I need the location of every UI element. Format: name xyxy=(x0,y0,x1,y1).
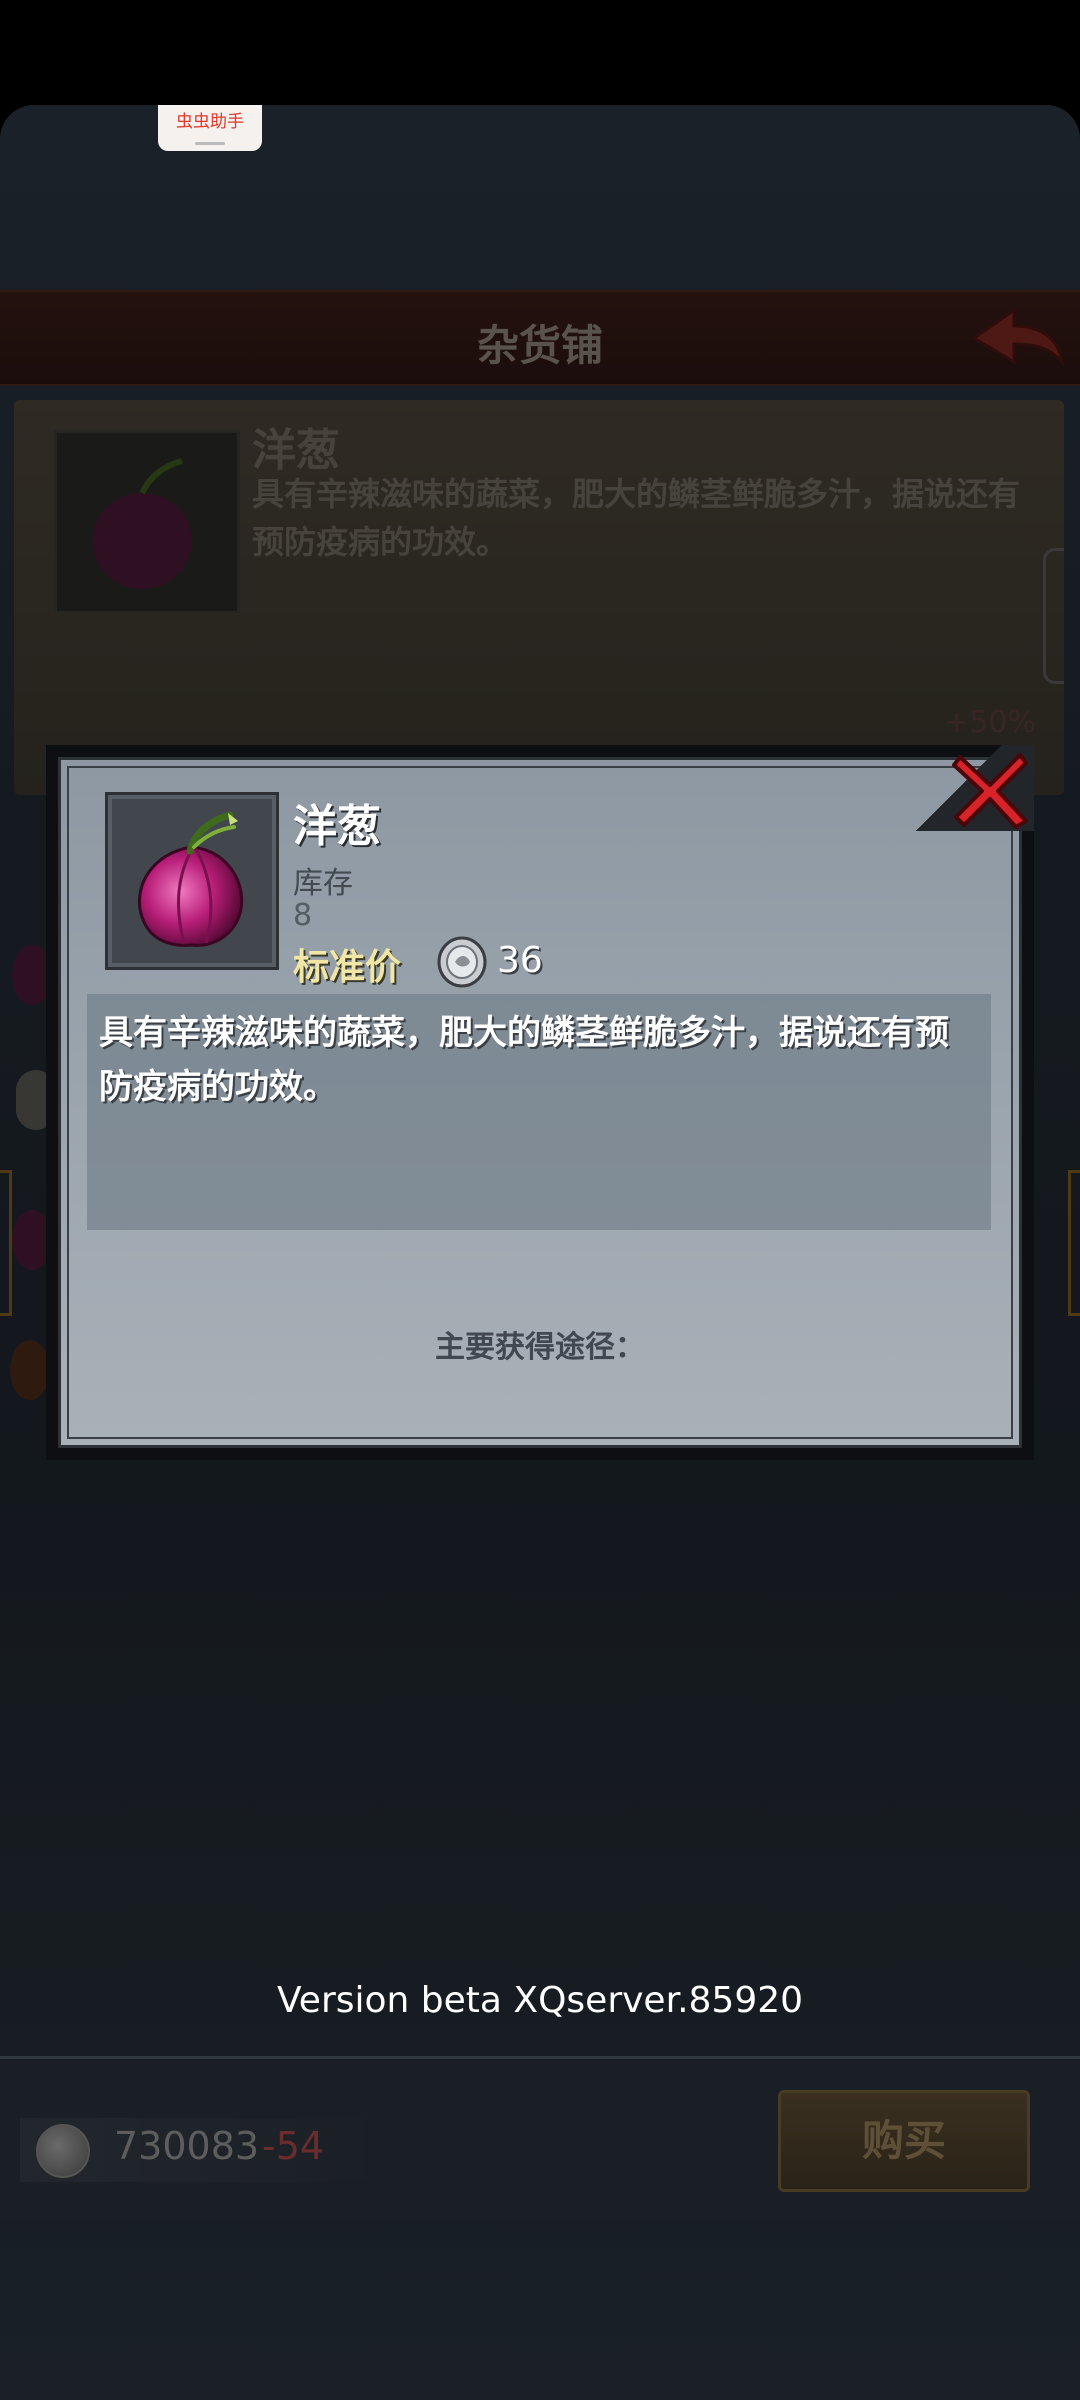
price-value: 36 xyxy=(497,940,543,981)
item-name: 洋葱 xyxy=(293,801,381,852)
item-detail-dialog: 洋葱 库存 8 标准价 36 具有辛辣滋味的蔬菜，肥大的鳞茎鲜脆多汁，据说还有预… xyxy=(46,745,1034,1460)
price-label: 标准价 xyxy=(293,947,402,988)
buy-button[interactable]: 购买 xyxy=(778,2090,1030,2192)
helper-label: 虫虫助手 xyxy=(176,112,244,132)
helper-tab[interactable]: 虫虫助手 xyxy=(158,105,262,151)
source-label: 主要获得途径： xyxy=(435,1330,645,1365)
silver-coin-icon xyxy=(36,2124,90,2178)
item-description: 具有辛辣滋味的蔬菜，肥大的鳞茎鲜脆多汁，据说还有预防疫病的功效。 xyxy=(99,1013,949,1107)
money-delta: -54 xyxy=(262,2124,325,2168)
silver-coin-icon xyxy=(437,936,487,988)
money-value: 730083 xyxy=(114,2124,260,2168)
stock-label: 库存 xyxy=(293,866,353,901)
version-text: Version beta XQserver.85920 xyxy=(276,1980,804,2021)
stock-value: 8 xyxy=(293,898,313,933)
helper-handle[interactable] xyxy=(195,142,225,145)
dialog-panel: 洋葱 库存 8 标准价 36 具有辛辣滋味的蔬菜，肥大的鳞茎鲜脆多汁，据说还有预… xyxy=(58,757,1022,1448)
onion-icon xyxy=(137,811,244,947)
close-icon[interactable] xyxy=(946,745,1034,833)
item-thumb xyxy=(105,792,279,970)
